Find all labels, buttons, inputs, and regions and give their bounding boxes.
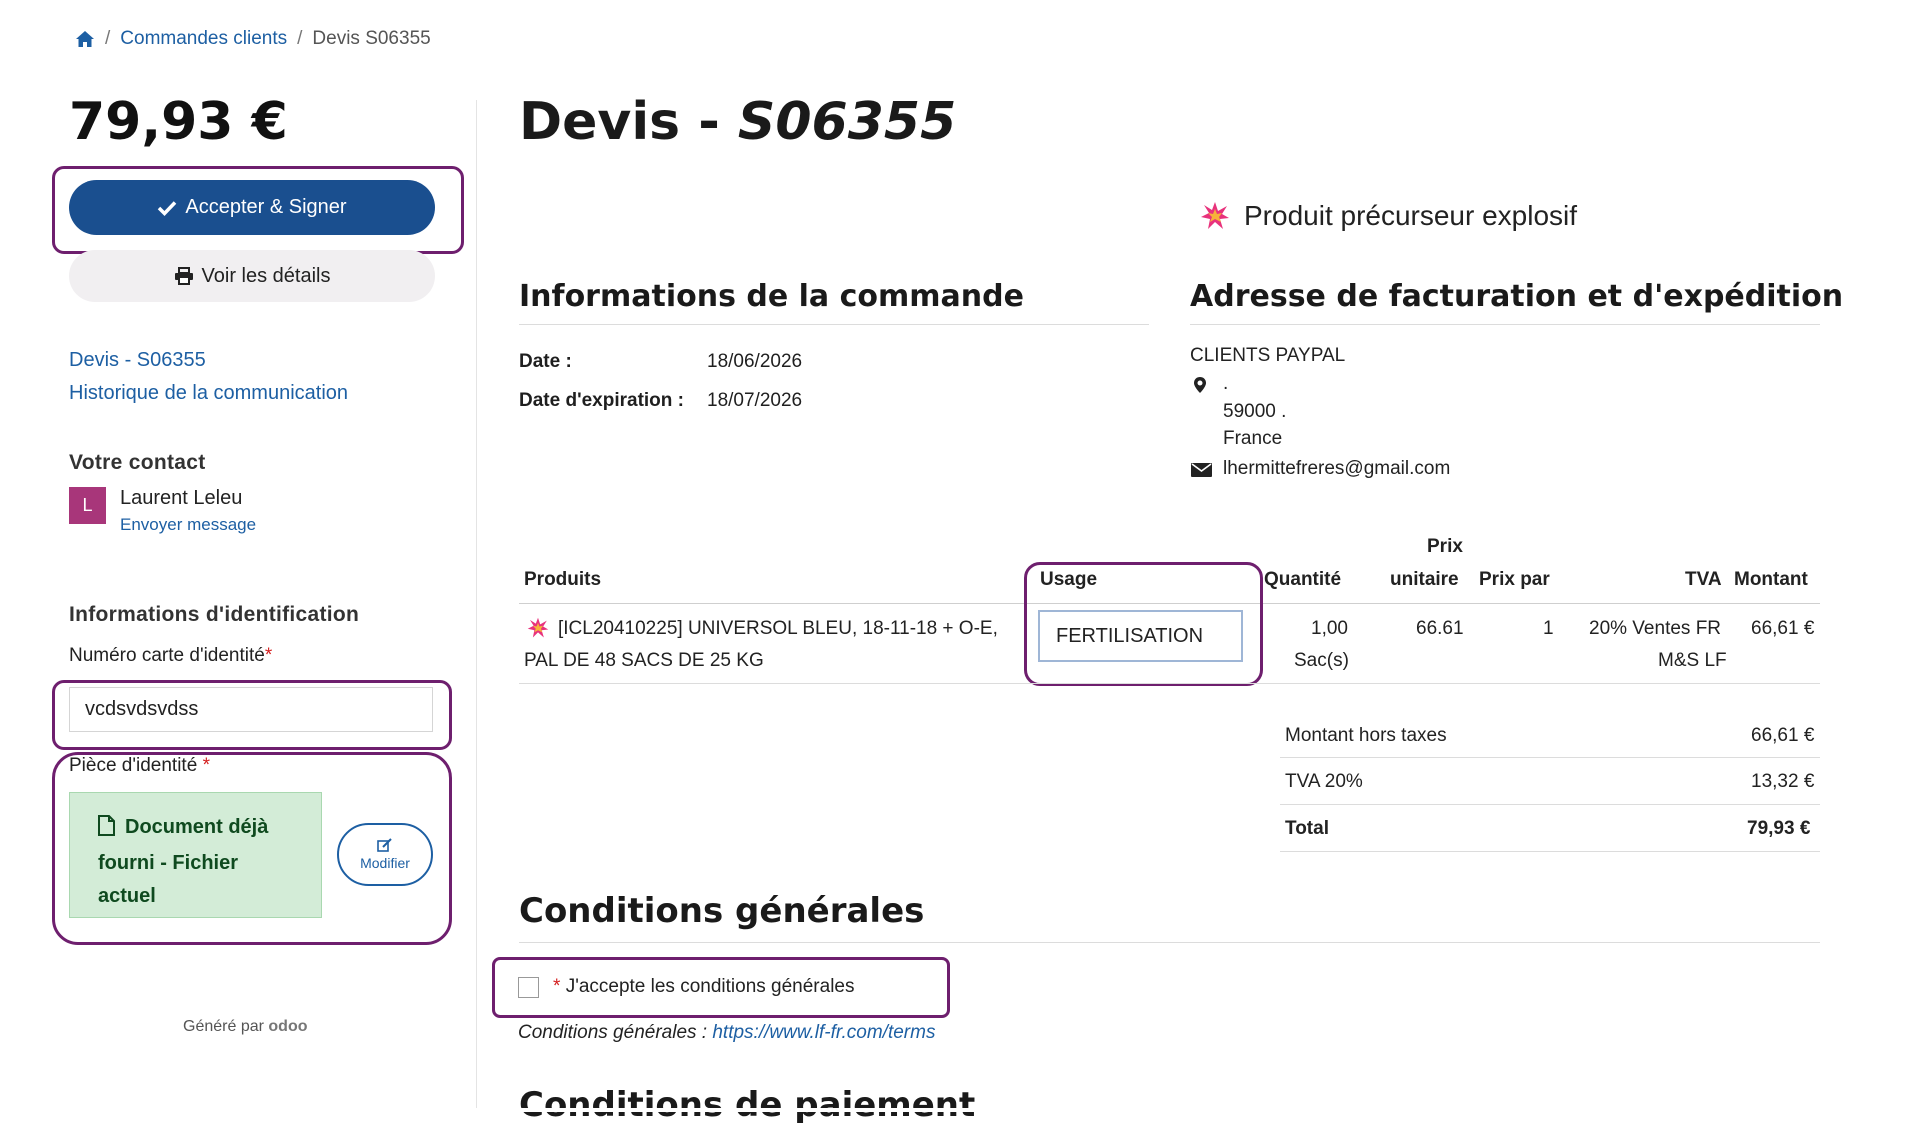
modify-label: Modifier (360, 855, 410, 871)
divider (1280, 757, 1820, 758)
row-tax-line2: M&S LF (1658, 650, 1727, 671)
col-price-per: Prix par (1479, 569, 1550, 590)
product-name-line1: [ICL20410225] UNIVERSOL BLEU, 18-11-18 +… (558, 618, 998, 639)
grand-total-label: Total (1285, 818, 1329, 839)
grand-total-value: 79,93 € (1747, 818, 1811, 839)
accept-sign-label: Accepter & Signer (185, 196, 347, 218)
divider (1280, 851, 1820, 852)
terms-link-prefix: Conditions générales : (518, 1022, 708, 1043)
customer-name: CLIENTS PAYPAL (1190, 345, 1346, 366)
accept-sign-button[interactable]: Accepter & Signer (69, 180, 435, 235)
odoo-logo: odoo (268, 1018, 308, 1035)
payment-terms-title: Conditions de paiement (519, 1085, 976, 1125)
row-unit: Sac(s) (1294, 650, 1349, 671)
communication-history-link[interactable]: Historique de la communication (69, 382, 348, 405)
divider (519, 324, 1149, 325)
id-number-label: Numéro carte d'identité* (69, 645, 273, 666)
expiry-value: 18/07/2026 (707, 390, 803, 411)
breadcrumb-separator: / (297, 28, 303, 49)
explosion-icon (1200, 201, 1230, 231)
col-unit-price-line2: unitaire (1390, 569, 1459, 590)
tax-total-value: 13,32 € (1751, 771, 1815, 792)
product-name-line2: PAL DE 48 SACS DE 25 KG (524, 650, 764, 671)
usage-input[interactable] (1038, 610, 1243, 662)
address-city: 59000 . (1223, 401, 1287, 422)
tax-total-label: TVA 20% (1285, 771, 1363, 792)
explosive-warning: Produit précurseur explosif (1200, 200, 1577, 232)
terms-link[interactable]: https://www.lf-fr.com/terms (712, 1022, 935, 1043)
row-price-per: 1 (1543, 618, 1554, 639)
date-label: Date : (519, 351, 572, 372)
edit-icon (377, 838, 393, 852)
explosion-icon (527, 617, 549, 644)
order-info-title: Informations de la commande (519, 279, 1024, 314)
col-products: Produits (524, 569, 602, 590)
col-tax: TVA (1685, 569, 1722, 590)
breadcrumb-separator: / (105, 28, 111, 49)
home-icon[interactable] (75, 30, 95, 48)
envelope-icon (1191, 462, 1212, 483)
col-quantity: Quantité (1264, 569, 1342, 590)
col-unit-price-line1: Prix (1427, 536, 1463, 557)
quote-link[interactable]: Devis - S06355 (69, 349, 206, 372)
divider (1190, 324, 1820, 325)
address-street: . (1223, 373, 1229, 394)
identification-title: Informations d'identification (69, 603, 360, 626)
subtotal-label: Montant hors taxes (1285, 725, 1447, 746)
row-quantity: 1,00 (1311, 618, 1348, 639)
divider (1280, 804, 1820, 805)
terms-title: Conditions générales (519, 891, 925, 931)
quote-total: 79,93 € (69, 92, 288, 152)
breadcrumb: / Commandes clients / Devis S06355 (75, 28, 431, 50)
divider (519, 942, 1820, 943)
expiry-label: Date d'expiration : (519, 390, 684, 411)
row-unit-price: 66.61 (1416, 618, 1464, 639)
address-title: Adresse de facturation et d'expédition (1190, 279, 1844, 314)
modify-document-button[interactable]: Modifier (337, 823, 433, 886)
row-tax-line1: 20% Ventes FR (1589, 618, 1722, 639)
map-marker-icon (1193, 376, 1207, 399)
column-divider (476, 100, 477, 1112)
file-icon (98, 814, 115, 847)
warning-text: Produit précurseur explosif (1244, 200, 1578, 231)
terms-link-line: Conditions générales : https://www.lf-fr… (518, 1022, 935, 1044)
col-amount: Montant (1734, 569, 1808, 590)
address-country: France (1223, 428, 1283, 449)
document-status-text: Document déjà fourni - Fichier actuel (98, 816, 269, 907)
subtotal-value: 66,61 € (1751, 725, 1815, 746)
breadcrumb-current: Devis S06355 (312, 28, 431, 49)
contact-title: Votre contact (69, 451, 206, 474)
breadcrumb-orders-link[interactable]: Commandes clients (120, 28, 287, 50)
contact-name: Laurent Leleu (120, 487, 243, 509)
accept-terms-checkbox[interactable] (518, 977, 539, 998)
view-details-button[interactable]: Voir les détails (69, 250, 435, 302)
check-icon (157, 200, 177, 216)
page-title: Devis - S06355 (519, 92, 957, 152)
avatar: L (69, 487, 106, 524)
row-amount: 66,61 € (1751, 618, 1815, 639)
date-value: 18/06/2026 (707, 351, 803, 372)
printer-icon (174, 267, 194, 285)
document-status: Document déjà fourni - Fichier actuel (69, 792, 322, 918)
customer-email: lhermittefreres@gmail.com (1223, 458, 1451, 479)
accept-terms-label[interactable]: * J'accepte les conditions générales (553, 976, 855, 998)
powered-by: Généré par odoo (183, 1018, 308, 1035)
divider (519, 683, 1820, 684)
send-message-link[interactable]: Envoyer message (120, 515, 256, 535)
viewport-bottom-edge (0, 1108, 1920, 1112)
view-details-label: Voir les détails (201, 264, 331, 287)
id-number-input[interactable] (69, 687, 433, 732)
